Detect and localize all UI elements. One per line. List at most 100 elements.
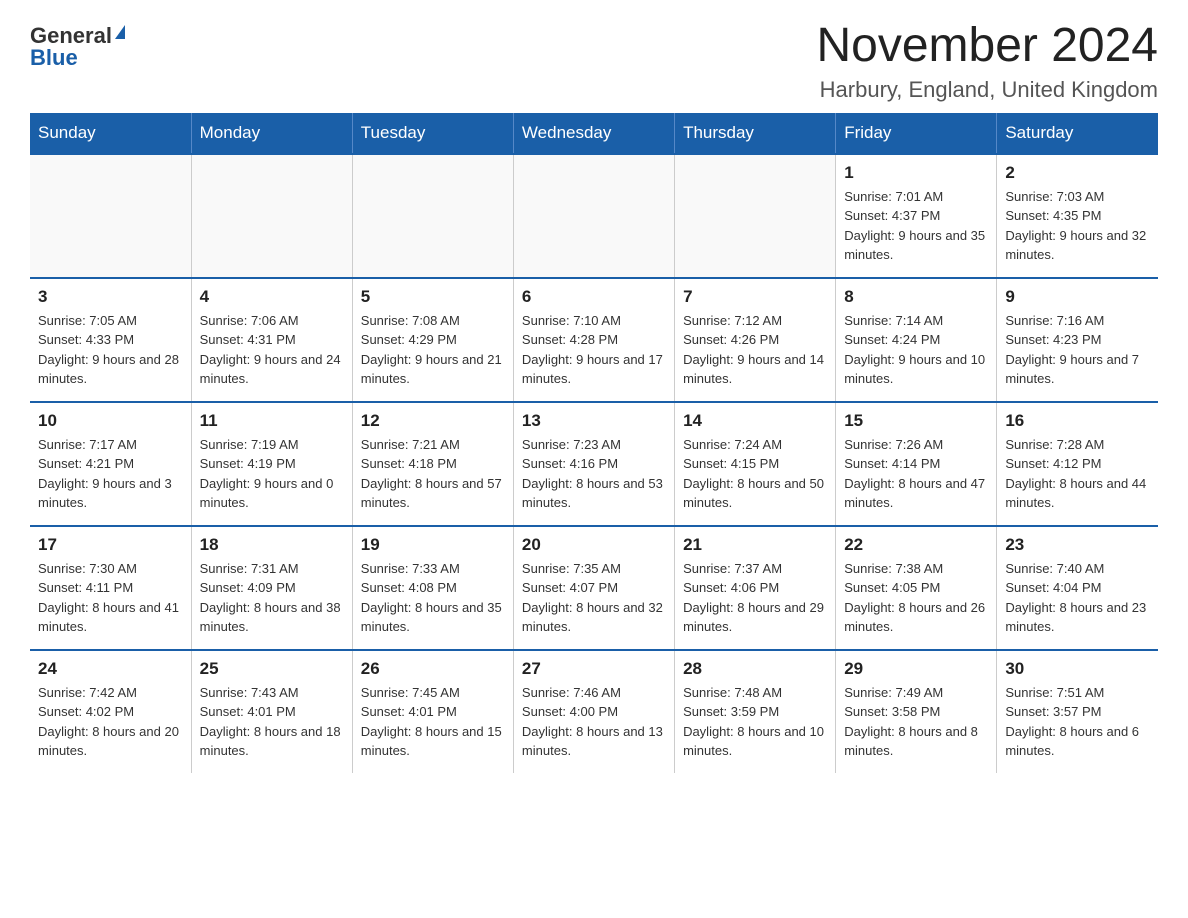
calendar-cell: 12 Sunrise: 7:21 AMSunset: 4:18 PMDayligh… [352, 402, 513, 526]
day-info: Sunrise: 7:06 AMSunset: 4:31 PMDaylight:… [200, 311, 344, 389]
day-info: Sunrise: 7:46 AMSunset: 4:00 PMDaylight:… [522, 683, 666, 761]
calendar-cell: 3Sunrise: 7:05 AMSunset: 4:33 PMDaylight… [30, 278, 191, 402]
day-info: Sunrise: 7:16 AMSunset: 4:23 PMDaylight:… [1005, 311, 1150, 389]
day-number: 23 [1005, 535, 1150, 555]
day-info: Sunrise: 7:14 AMSunset: 4:24 PMDaylight:… [844, 311, 988, 389]
calendar-cell: 13Sunrise: 7:23 AMSunset: 4:16 PMDayligh… [513, 402, 674, 526]
calendar-cell: 4 Sunrise: 7:06 AMSunset: 4:31 PMDaylight… [191, 278, 352, 402]
day-number: 22 [844, 535, 988, 555]
weekday-header-row: SundayMondayTuesdayWednesdayThursdayFrid… [30, 113, 1158, 154]
day-number: 17 [38, 535, 183, 555]
day-info: Sunrise: 7:12 AMSunset: 4:26 PMDaylight:… [683, 311, 827, 389]
calendar-cell [352, 154, 513, 278]
logo-general-text: General [30, 25, 112, 47]
calendar-week-2: 10 Sunrise: 7:17 AMSunset: 4:21 PMDayligh… [30, 402, 1158, 526]
weekday-header-tuesday: Tuesday [352, 113, 513, 154]
day-info: Sunrise: 7:08 AMSunset: 4:29 PMDaylight:… [361, 311, 505, 389]
calendar-cell: 25Sunrise: 7:43 AMSunset: 4:01 PMDayligh… [191, 650, 352, 773]
day-info: Sunrise: 7:38 AMSunset: 4:05 PMDaylight:… [844, 559, 988, 637]
day-info: Sunrise: 7:37 AMSunset: 4:06 PMDaylight:… [683, 559, 827, 637]
day-info: Sunrise: 7:48 AMSunset: 3:59 PMDaylight:… [683, 683, 827, 761]
day-number: 11 [200, 411, 344, 431]
day-number: 24 [38, 659, 183, 679]
day-number: 5 [361, 287, 505, 307]
weekday-header-wednesday: Wednesday [513, 113, 674, 154]
day-number: 12 [361, 411, 505, 431]
day-number: 14 [683, 411, 827, 431]
day-info: Sunrise: 7:45 AMSunset: 4:01 PMDaylight:… [361, 683, 505, 761]
day-info: Sunrise: 7:19 AMSunset: 4:19 PMDaylight:… [200, 435, 344, 513]
weekday-header-monday: Monday [191, 113, 352, 154]
day-number: 29 [844, 659, 988, 679]
day-number: 28 [683, 659, 827, 679]
calendar-cell: 6 Sunrise: 7:10 AMSunset: 4:28 PMDaylight… [513, 278, 674, 402]
day-info: Sunrise: 7:10 AMSunset: 4:28 PMDaylight:… [522, 311, 666, 389]
calendar-cell [675, 154, 836, 278]
day-number: 27 [522, 659, 666, 679]
day-info: Sunrise: 7:40 AMSunset: 4:04 PMDaylight:… [1005, 559, 1150, 637]
day-number: 25 [200, 659, 344, 679]
calendar-cell: 20 Sunrise: 7:35 AMSunset: 4:07 PMDayligh… [513, 526, 674, 650]
calendar-week-0: 1 Sunrise: 7:01 AMSunset: 4:37 PMDaylight… [30, 154, 1158, 278]
day-info: Sunrise: 7:28 AMSunset: 4:12 PMDaylight:… [1005, 435, 1150, 513]
calendar-body: 1 Sunrise: 7:01 AMSunset: 4:37 PMDaylight… [30, 154, 1158, 773]
calendar-table: SundayMondayTuesdayWednesdayThursdayFrid… [30, 113, 1158, 773]
weekday-header-thursday: Thursday [675, 113, 836, 154]
page-header: General Blue November 2024 Harbury, Engl… [30, 20, 1158, 103]
calendar-cell: 5 Sunrise: 7:08 AMSunset: 4:29 PMDaylight… [352, 278, 513, 402]
day-number: 21 [683, 535, 827, 555]
calendar-cell: 26 Sunrise: 7:45 AMSunset: 4:01 PMDayligh… [352, 650, 513, 773]
logo-blue-text: Blue [30, 47, 78, 69]
calendar-cell [513, 154, 674, 278]
calendar-cell: 27 Sunrise: 7:46 AMSunset: 4:00 PMDayligh… [513, 650, 674, 773]
calendar-cell: 2Sunrise: 7:03 AMSunset: 4:35 PMDaylight… [997, 154, 1158, 278]
calendar-cell: 17 Sunrise: 7:30 AMSunset: 4:11 PMDayligh… [30, 526, 191, 650]
calendar-header: SundayMondayTuesdayWednesdayThursdayFrid… [30, 113, 1158, 154]
calendar-cell: 16 Sunrise: 7:28 AMSunset: 4:12 PMDayligh… [997, 402, 1158, 526]
day-number: 30 [1005, 659, 1150, 679]
calendar-cell: 8 Sunrise: 7:14 AMSunset: 4:24 PMDaylight… [836, 278, 997, 402]
day-info: Sunrise: 7:03 AMSunset: 4:35 PMDaylight:… [1005, 187, 1150, 265]
day-number: 20 [522, 535, 666, 555]
calendar-cell: 24 Sunrise: 7:42 AMSunset: 4:02 PMDayligh… [30, 650, 191, 773]
calendar-cell: 28 Sunrise: 7:48 AMSunset: 3:59 PMDayligh… [675, 650, 836, 773]
day-number: 26 [361, 659, 505, 679]
day-number: 18 [200, 535, 344, 555]
day-info: Sunrise: 7:26 AMSunset: 4:14 PMDaylight:… [844, 435, 988, 513]
day-info: Sunrise: 7:35 AMSunset: 4:07 PMDaylight:… [522, 559, 666, 637]
day-number: 1 [844, 163, 988, 183]
day-number: 4 [200, 287, 344, 307]
day-number: 9 [1005, 287, 1150, 307]
calendar-cell: 21 Sunrise: 7:37 AMSunset: 4:06 PMDayligh… [675, 526, 836, 650]
weekday-header-saturday: Saturday [997, 113, 1158, 154]
day-number: 16 [1005, 411, 1150, 431]
calendar-cell: 14 Sunrise: 7:24 AMSunset: 4:15 PMDayligh… [675, 402, 836, 526]
calendar-cell: 7 Sunrise: 7:12 AMSunset: 4:26 PMDaylight… [675, 278, 836, 402]
calendar-cell: 1 Sunrise: 7:01 AMSunset: 4:37 PMDaylight… [836, 154, 997, 278]
calendar-cell: 9 Sunrise: 7:16 AMSunset: 4:23 PMDaylight… [997, 278, 1158, 402]
day-info: Sunrise: 7:42 AMSunset: 4:02 PMDaylight:… [38, 683, 183, 761]
day-number: 10 [38, 411, 183, 431]
title-area: November 2024 Harbury, England, United K… [816, 20, 1158, 103]
calendar-cell: 18Sunrise: 7:31 AMSunset: 4:09 PMDayligh… [191, 526, 352, 650]
day-number: 7 [683, 287, 827, 307]
day-number: 8 [844, 287, 988, 307]
day-info: Sunrise: 7:49 AMSunset: 3:58 PMDaylight:… [844, 683, 988, 761]
day-info: Sunrise: 7:17 AMSunset: 4:21 PMDaylight:… [38, 435, 183, 513]
day-info: Sunrise: 7:30 AMSunset: 4:11 PMDaylight:… [38, 559, 183, 637]
day-info: Sunrise: 7:24 AMSunset: 4:15 PMDaylight:… [683, 435, 827, 513]
calendar-cell [191, 154, 352, 278]
calendar-cell: 22 Sunrise: 7:38 AMSunset: 4:05 PMDayligh… [836, 526, 997, 650]
day-number: 3 [38, 287, 183, 307]
calendar-cell: 19 Sunrise: 7:33 AMSunset: 4:08 PMDayligh… [352, 526, 513, 650]
day-info: Sunrise: 7:01 AMSunset: 4:37 PMDaylight:… [844, 187, 988, 265]
day-number: 13 [522, 411, 666, 431]
day-info: Sunrise: 7:21 AMSunset: 4:18 PMDaylight:… [361, 435, 505, 513]
day-number: 6 [522, 287, 666, 307]
day-number: 19 [361, 535, 505, 555]
calendar-cell: 23 Sunrise: 7:40 AMSunset: 4:04 PMDayligh… [997, 526, 1158, 650]
logo: General Blue [30, 20, 125, 69]
logo-triangle-icon [115, 25, 125, 39]
day-info: Sunrise: 7:33 AMSunset: 4:08 PMDaylight:… [361, 559, 505, 637]
calendar-week-1: 3Sunrise: 7:05 AMSunset: 4:33 PMDaylight… [30, 278, 1158, 402]
